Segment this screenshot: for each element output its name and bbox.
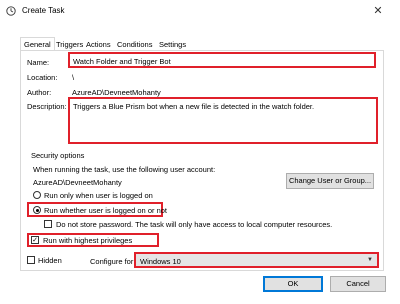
name-field[interactable]: Watch Folder and Trigger Bot: [68, 52, 376, 68]
title-bar: Create Task ✕: [0, 0, 400, 22]
highest-privileges-checkbox[interactable]: ✓: [31, 236, 39, 244]
location-label: Location:: [27, 73, 58, 82]
cancel-button[interactable]: Cancel: [330, 276, 386, 292]
configure-for-value: Windows 10: [140, 257, 181, 266]
configure-for-label: Configure for:: [90, 257, 136, 266]
radio-logged-on[interactable]: [33, 191, 41, 199]
chevron-down-icon: ▼: [367, 257, 373, 263]
account-value: AzureAD\DevneetMohanty: [33, 178, 122, 187]
window-title: Create Task: [22, 6, 65, 15]
ok-button[interactable]: OK: [263, 276, 323, 292]
hidden-label: Hidden: [38, 256, 62, 265]
description-field[interactable]: Triggers a Blue Prism bot when a new fil…: [68, 97, 378, 144]
radio-logged-on-label: Run only when user is logged on: [44, 191, 153, 200]
store-password-label: Do not store password. The task will onl…: [56, 220, 333, 229]
configure-for-select[interactable]: Windows 10 ▼: [134, 252, 379, 268]
author-label: Author:: [27, 88, 52, 97]
check-icon: ✓: [32, 237, 38, 244]
radio-whether-logged-on[interactable]: [33, 206, 41, 214]
task-scheduler-icon: [6, 6, 16, 16]
change-user-button[interactable]: Change User or Group...: [286, 173, 374, 189]
radio-whether-label: Run whether user is logged on or not: [44, 206, 167, 215]
name-label: Name:: [27, 58, 50, 67]
location-value: \: [72, 73, 75, 82]
author-value: AzureAD\DevneetMohanty: [72, 88, 161, 97]
security-options-label: Security options: [31, 151, 85, 160]
close-button[interactable]: ✕: [368, 2, 388, 20]
close-icon: ✕: [373, 5, 383, 17]
account-prompt: When running the task, use the following…: [33, 165, 216, 174]
store-password-checkbox[interactable]: [44, 220, 52, 228]
hidden-checkbox[interactable]: [27, 256, 35, 264]
description-label: Description:: [27, 102, 67, 111]
highest-privileges-label: Run with highest privileges: [43, 236, 133, 245]
